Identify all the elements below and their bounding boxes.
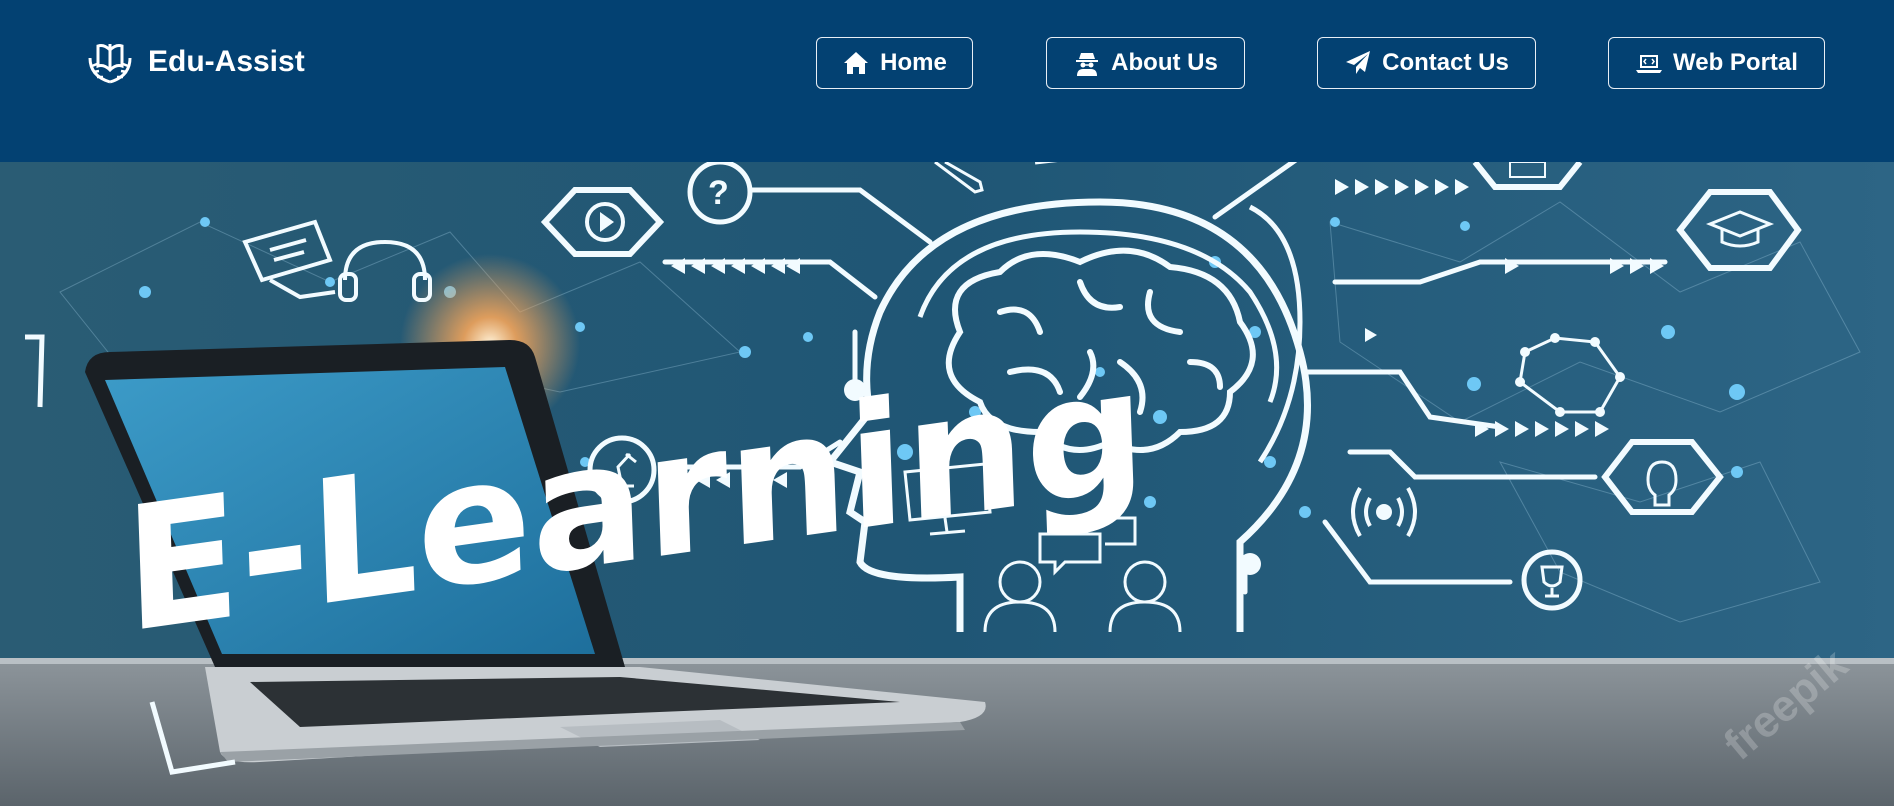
user-secret-icon <box>1076 53 1099 76</box>
about-us-label: About Us <box>1111 49 1218 76</box>
brand[interactable]: Edu-Assist <box>84 36 305 88</box>
hero-illustration: ? E-Learning freepik <box>0 162 1894 806</box>
top-navbar: Edu-Assist Home About Us Contact Us Web … <box>0 0 1894 162</box>
home-button[interactable]: Home <box>816 37 973 89</box>
web-portal-label: Web Portal <box>1673 49 1798 76</box>
home-label: Home <box>880 49 947 76</box>
about-us-button[interactable]: About Us <box>1046 37 1245 89</box>
web-portal-button[interactable]: Web Portal <box>1608 37 1825 89</box>
paper-plane-icon <box>1346 51 1371 74</box>
brand-name: Edu-Assist <box>148 45 305 78</box>
contact-us-label: Contact Us <box>1382 49 1509 76</box>
contact-us-button[interactable]: Contact Us <box>1317 37 1536 89</box>
svg-text:?: ? <box>708 174 729 212</box>
hero-banner: ? E-Learning freepik <box>0 162 1894 806</box>
home-icon <box>844 52 869 74</box>
open-book-laurel-icon <box>88 44 132 84</box>
laptop-code-icon <box>1636 55 1663 73</box>
